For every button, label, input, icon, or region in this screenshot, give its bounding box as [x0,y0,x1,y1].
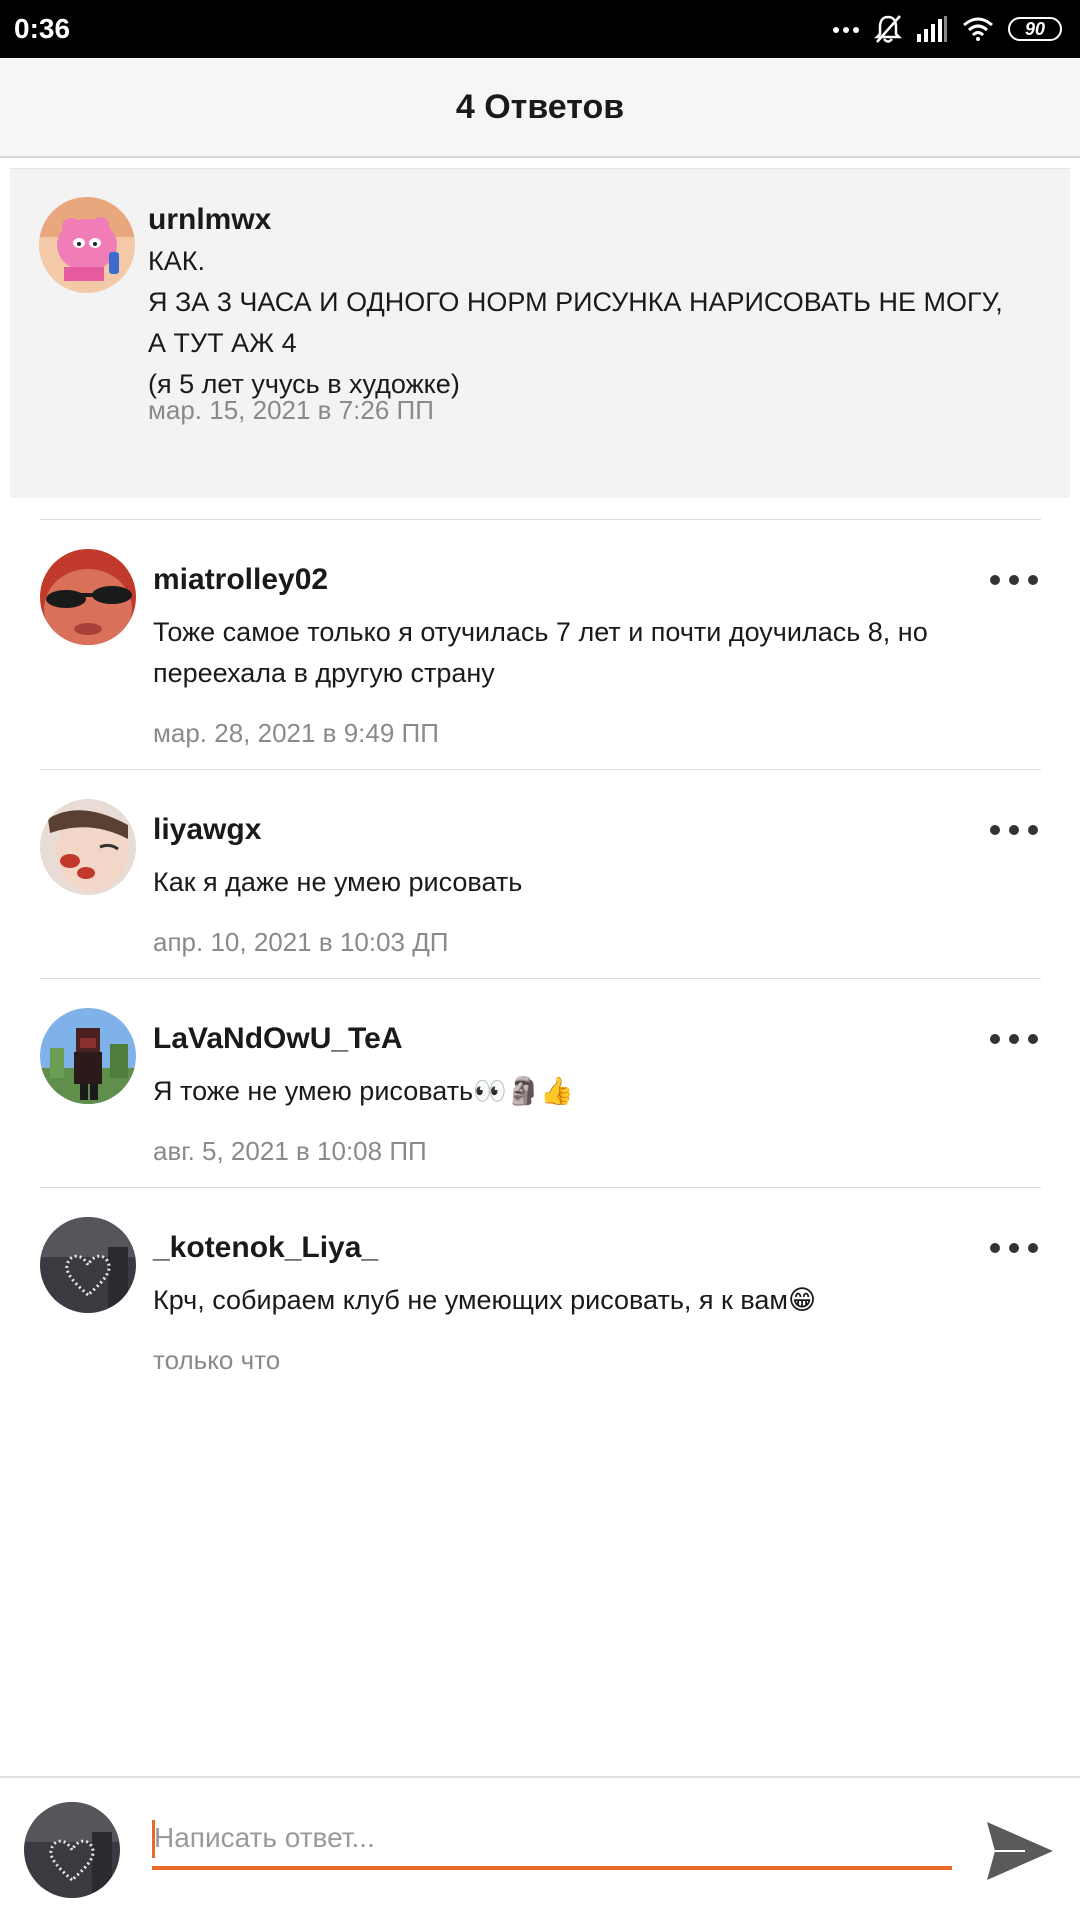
comment-text-line: переехала в другую страну [153,658,495,688]
avatar[interactable] [39,197,135,293]
wifi-icon [963,17,993,41]
battery-icon: 90 [1008,17,1062,41]
status-icons: 90 [832,14,1062,44]
comment-text-line: Тоже самое только я отучилась 7 лет и по… [153,617,928,647]
status-bar: 0:36 90 [0,0,1080,58]
avatar[interactable] [40,549,136,645]
comment-text: КАК. Я ЗА 3 ЧАСА И ОДНОГО НОРМ РИСУНКА Н… [148,241,1003,405]
send-button[interactable] [985,1818,1055,1884]
comment-text-line: Как я даже не умею рисовать [153,867,523,897]
more-options-button[interactable] [990,1029,1038,1049]
dot-icon [1028,575,1038,585]
dot-icon [1028,825,1038,835]
comment-timestamp: апр. 10, 2021 в 10:03 ДП [153,927,449,957]
dot-icon [1009,575,1019,585]
comment-timestamp: авг. 5, 2021 в 10:08 ПП [153,1136,427,1166]
reply-input[interactable] [152,1810,952,1866]
dot-icon [990,825,1000,835]
divider [40,769,1041,770]
comment-text: Как я даже не умею рисовать [153,862,522,903]
divider [40,978,1041,979]
avatar[interactable] [40,799,136,895]
comment-text-line: КАК. [148,246,205,276]
comment-timestamp: мар. 15, 2021 в 7:26 ПП [148,395,434,425]
comment-text: Я тоже не умею рисовать👀🗿👍 [153,1071,574,1112]
comment-text: Крч, собираем клуб не умеющих рисовать, … [153,1280,816,1321]
current-user-avatar[interactable] [24,1802,120,1898]
more-options-button[interactable] [990,1238,1038,1258]
more-options-button[interactable] [990,570,1038,590]
comment-timestamp: только что [153,1345,281,1375]
more-dots-icon [833,27,859,33]
page-title: 4 Ответов [455,87,625,126]
more-options-button[interactable] [990,820,1038,840]
avatar[interactable] [40,1008,136,1104]
reply-input-container [152,1810,952,1870]
avatar[interactable] [40,1217,136,1313]
bell-off-icon [874,15,902,43]
header: 4 Ответов [0,58,1080,158]
divider [40,1187,1041,1188]
comment-author[interactable]: LaVaNdOwU_TeA [153,1022,403,1056]
comment-author[interactable]: liyawgx [153,813,261,847]
dot-icon [990,575,1000,585]
reply-bar [0,1776,1080,1920]
dot-icon [1009,1034,1019,1044]
dot-icon [1028,1034,1038,1044]
dot-icon [990,1034,1000,1044]
battery-level: 90 [1024,18,1046,39]
signal-icon [917,16,947,42]
dot-icon [1028,1243,1038,1253]
text-caret [152,1820,155,1858]
dot-icon [1009,825,1019,835]
status-time: 0:36 [14,13,71,44]
comment-text-line: Крч, собираем клуб не умеющих рисовать, … [153,1285,817,1315]
comment-author[interactable]: _kotenok_Liya_ [153,1231,378,1265]
comment-text-line: Я ЗА 3 ЧАСА И ОДНОГО НОРМ РИСУНКА НАРИСО… [148,287,1003,317]
comment-text: Тоже самое только я отучилась 7 лет и по… [153,612,928,694]
comment-author[interactable]: urnlmwx [148,203,271,237]
comment-text-line: А ТУТ АЖ 4 [148,328,297,358]
comment-author[interactable]: miatrolley02 [153,563,328,597]
dot-icon [990,1243,1000,1253]
comment-text-line: Я тоже не умею рисовать👀🗿👍 [153,1076,574,1106]
root-comment: urnlmwx КАК. Я ЗА 3 ЧАСА И ОДНОГО НОРМ Р… [10,168,1070,498]
dot-icon [1009,1243,1019,1253]
divider [40,519,1041,520]
comment-timestamp: мар. 28, 2021 в 9:49 ПП [153,718,439,748]
